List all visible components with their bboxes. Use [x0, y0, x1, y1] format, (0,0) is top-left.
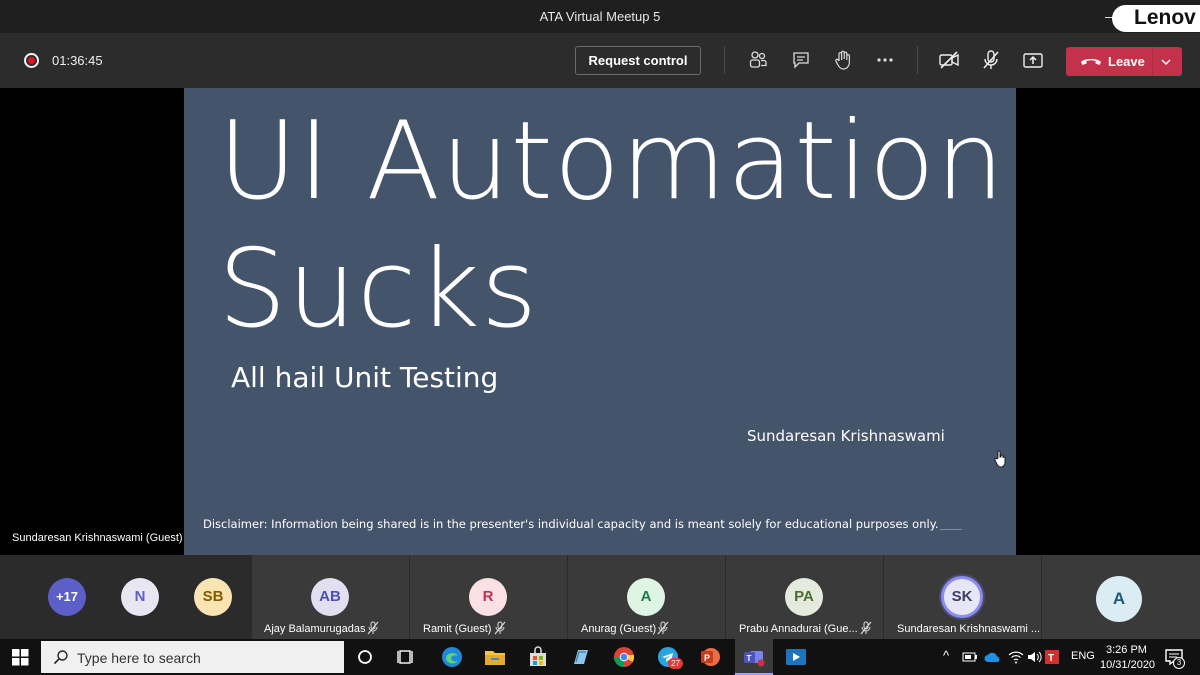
recording-icon [24, 53, 39, 68]
hand-cursor-icon [994, 450, 1006, 468]
notifications-button[interactable]: 3 [1162, 645, 1186, 669]
antivirus-icon[interactable]: T [1044, 648, 1060, 666]
shared-slide: UI Automation Sucks All hail Unit Testin… [184, 88, 1016, 555]
hang-up-icon [1081, 59, 1101, 65]
leave-divider [1152, 47, 1153, 76]
slide-dash [940, 529, 962, 530]
participant-name: Sundaresan Krishnaswami ... [897, 623, 1041, 635]
participant-name: Anurag (Guest) [581, 623, 657, 635]
participant-avatar: R [469, 578, 507, 616]
share-tray-icon[interactable] [1022, 49, 1044, 71]
more-options-icon[interactable] [874, 49, 896, 71]
clock-date[interactable]: 10/31/2020 [1100, 659, 1155, 671]
svg-text:T: T [747, 654, 752, 663]
participant-name: Ramit (Guest) [423, 623, 492, 635]
slide-subtitle: All hail Unit Testing [231, 361, 499, 394]
teams-icon: T [744, 651, 765, 667]
mic-off-icon[interactable] [980, 49, 1002, 71]
volume-icon[interactable] [1026, 650, 1042, 664]
participant-avatar[interactable]: N [121, 578, 159, 616]
chevron-down-icon[interactable] [1159, 55, 1173, 69]
participant-tile[interactable]: SK Sundaresan Krishnaswami ... [884, 555, 1041, 639]
participant-strip: +17 N SB AB Ajay Balamurugadas R Ramit (… [0, 555, 1200, 639]
participant-avatar: A [627, 578, 665, 616]
participant-tile[interactable]: A [1042, 555, 1200, 639]
participant-avatar: AB [311, 578, 349, 616]
participant-tile[interactable]: PA Prabu Annadurai (Gue... [726, 555, 883, 639]
mic-muted-icon [494, 621, 506, 635]
request-control-button[interactable]: Request control [575, 46, 701, 75]
participant-avatar-speaking: SK [941, 576, 983, 618]
taskbar-search-input[interactable]: Type here to search [41, 641, 344, 673]
overflow-participants-button[interactable]: +17 [48, 578, 86, 616]
sticky-notes-icon[interactable] [569, 645, 593, 669]
presenter-name-label: Sundaresan Krishnaswami (Guest) [12, 532, 183, 544]
svg-text:P: P [704, 653, 710, 663]
window-title: ATA Virtual Meetup 5 [539, 9, 661, 24]
show-hidden-icons-chevron-icon[interactable]: ^ [943, 648, 949, 663]
video-player-icon[interactable] [784, 645, 808, 669]
leave-button[interactable]: Leave [1066, 47, 1182, 76]
participant-tile[interactable]: AB Ajay Balamurugadas [252, 555, 409, 639]
battery-plug-icon[interactable] [962, 650, 978, 664]
participants-icon[interactable] [747, 49, 769, 71]
slide-title-line-2: Sucks [218, 227, 539, 352]
edge-browser-icon[interactable] [440, 645, 464, 669]
divider [917, 46, 918, 74]
telegram-unread-badge: 27 [668, 658, 683, 669]
slide-title: UI Automation Sucks [218, 98, 1005, 354]
slide-title-line-1: UI Automation [218, 99, 1006, 224]
clock-time[interactable]: 3:26 PM [1106, 644, 1147, 656]
participant-avatar: PA [785, 578, 823, 616]
raise-hand-icon[interactable] [832, 49, 854, 71]
svg-text:T: T [1048, 653, 1054, 664]
participant-tile[interactable]: R Ramit (Guest) [410, 555, 567, 639]
store-icon[interactable] [526, 645, 550, 669]
mic-muted-icon [367, 621, 379, 635]
participant-name: Ajay Balamurugadas [264, 623, 366, 635]
mic-muted-icon [860, 621, 872, 635]
meeting-timer: 01:36:45 [52, 53, 103, 68]
meeting-controls: 01:36:45 Request control Leave [0, 33, 1200, 88]
telegram-icon[interactable]: 27 [656, 645, 683, 669]
windows-taskbar: Type here to search 27 P T ^ T ENG 3:26 … [0, 639, 1200, 675]
teams-taskbar-button[interactable]: T [735, 639, 773, 675]
participant-name: Prabu Annadurai (Gue... [739, 623, 858, 635]
leave-label: Leave [1108, 54, 1145, 69]
task-view-icon[interactable] [394, 645, 418, 669]
participant-avatar[interactable]: SB [194, 578, 232, 616]
mic-muted-icon [657, 621, 669, 635]
notification-count-badge: 3 [1173, 657, 1185, 669]
shared-screen-stage: UI Automation Sucks All hail Unit Testin… [0, 88, 1200, 555]
slide-disclaimer: Disclaimer: Information being shared is … [203, 517, 939, 531]
chrome-icon[interactable] [612, 645, 636, 669]
participant-avatar: A [1096, 576, 1142, 622]
powerpoint-icon[interactable]: P [698, 645, 722, 669]
chat-icon[interactable] [790, 49, 812, 71]
input-language[interactable]: ENG [1071, 650, 1095, 662]
brand-logo: Lenov [1112, 5, 1200, 32]
camera-off-icon[interactable] [938, 49, 960, 71]
cortana-icon[interactable] [353, 645, 377, 669]
onedrive-icon[interactable] [984, 651, 1002, 663]
participant-tile[interactable]: A Anurag (Guest) [568, 555, 725, 639]
wifi-icon[interactable] [1008, 650, 1024, 664]
title-bar: ATA Virtual Meetup 5 Lenov [0, 0, 1200, 33]
slide-author: Sundaresan Krishnaswami [747, 427, 945, 445]
search-placeholder: Type here to search [77, 650, 201, 666]
divider [724, 46, 725, 74]
file-explorer-icon[interactable] [483, 645, 507, 669]
search-icon [53, 650, 68, 665]
windows-start-icon[interactable] [12, 649, 29, 666]
